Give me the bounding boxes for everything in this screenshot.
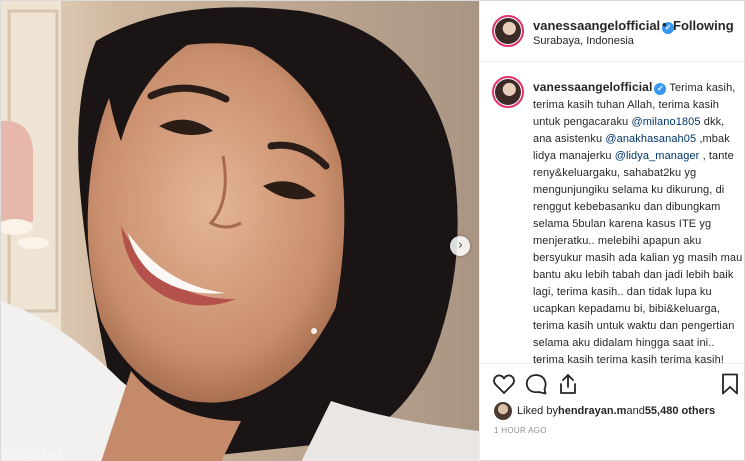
mention-link[interactable]: @anakhasanah05: [605, 133, 696, 145]
post-actions: Liked by hendrayan.m and 55,480 others 1…: [480, 363, 745, 461]
post-header: vanessaangelofficial ✓ • Following Suraba…: [480, 1, 745, 62]
post-timestamp[interactable]: 1 HOUR AGO: [494, 426, 547, 435]
post-side-panel: vanessaangelofficial ✓ • Following Suraba…: [479, 1, 745, 461]
caption-text: vanessaangelofficial ✓ Terima kasih, teri…: [533, 79, 743, 363]
caption-more: ...: [533, 352, 543, 363]
caption-username[interactable]: vanessaangelofficial: [533, 80, 652, 94]
liker-username[interactable]: hendrayan.m: [558, 405, 626, 417]
instagram-post: › COLLECTIVE vanessaangelofficial ✓ • Fol…: [0, 0, 745, 461]
chevron-right-icon: ›: [457, 238, 464, 253]
profile-picture: [495, 79, 521, 105]
share-icon[interactable]: [556, 372, 580, 396]
likes-prefix: Liked by: [517, 405, 558, 417]
carousel-next-button[interactable]: ›: [450, 236, 470, 256]
caption-part: , tante reny&keluargaku, sahabat2ku yg m…: [533, 150, 743, 363]
likes-count[interactable]: 55,480 others: [645, 405, 715, 417]
comment-icon[interactable]: [524, 372, 548, 396]
likes-summary: Liked by hendrayan.m and 55,480 others: [494, 402, 715, 420]
profile-picture: [495, 18, 521, 44]
heart-icon[interactable]: [492, 372, 516, 396]
post-photo[interactable]: › COLLECTIVE: [1, 1, 479, 461]
comments-area: vanessaangelofficial ✓ Terima kasih, teri…: [480, 63, 745, 363]
location-link[interactable]: Surabaya, Indonesia: [533, 35, 634, 47]
header-separator: •: [662, 17, 667, 32]
photo-watermark: COLLECTIVE: [3, 451, 64, 461]
header-username-text[interactable]: vanessaangelofficial: [533, 18, 660, 33]
verified-badge-icon: ✓: [654, 83, 667, 95]
caption-avatar[interactable]: [492, 76, 524, 108]
following-button[interactable]: Following: [673, 18, 734, 33]
selfie-image: [1, 1, 479, 461]
liker-avatar[interactable]: [494, 402, 512, 420]
mention-link[interactable]: @lidya_manager: [615, 150, 700, 162]
header-username[interactable]: vanessaangelofficial ✓: [533, 18, 675, 34]
bookmark-icon[interactable]: [718, 372, 742, 396]
likes-middle: and: [626, 405, 645, 417]
mention-link[interactable]: @milano1805: [631, 116, 700, 128]
header-avatar[interactable]: [492, 15, 524, 47]
